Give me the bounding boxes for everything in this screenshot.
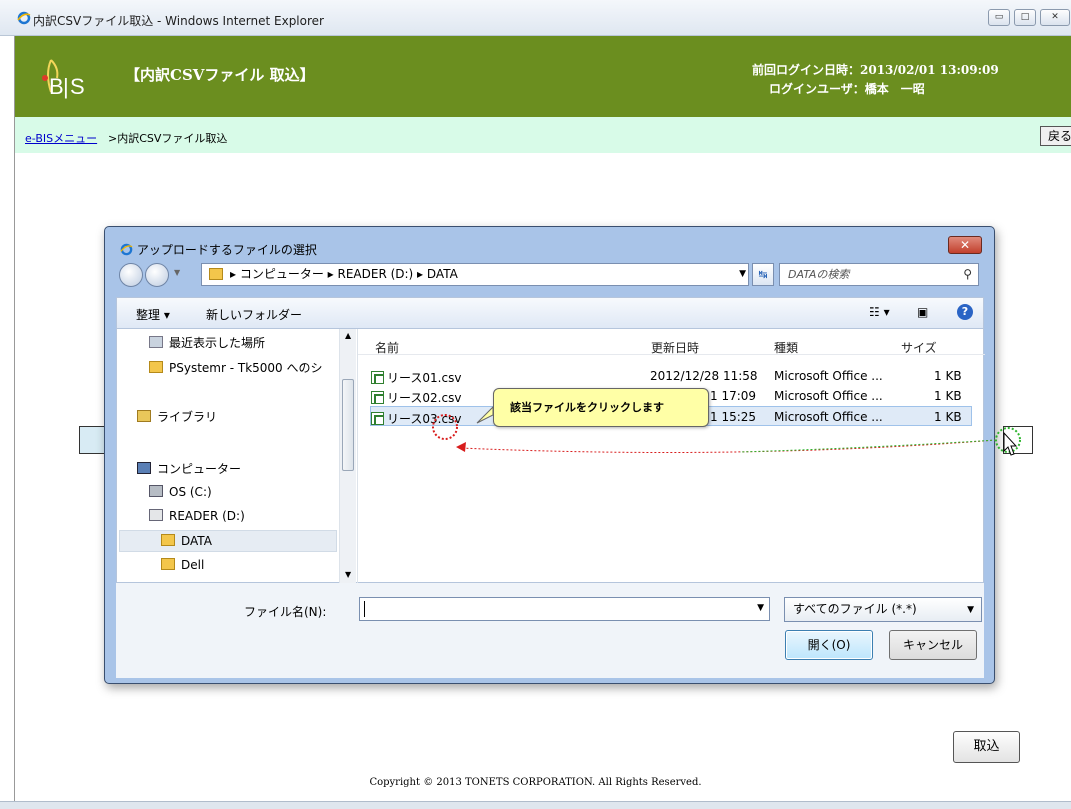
csv-file-icon — [371, 412, 384, 425]
file-row[interactable]: リース01.csv 2012/12/28 11:58 Microsoft Off… — [371, 366, 973, 386]
drive-icon — [149, 485, 163, 497]
login-user: ログインユーザ：橋本 一昭 — [769, 82, 925, 96]
nav-item-drive-d[interactable]: READER (D:) — [149, 509, 245, 523]
login-info: 前回ログイン日時：2013/02/01 13:09:09 ログインユーザ：橋本 … — [752, 61, 999, 99]
close-window-button[interactable]: ✕ — [1040, 9, 1070, 26]
instruction-callout: 該当ファイルをクリックします — [493, 388, 709, 427]
folder-icon — [209, 268, 223, 280]
address-path: ▸ コンピューター ▸ READER (D:) ▸ DATA — [230, 267, 458, 281]
ie-logo-icon — [17, 11, 31, 25]
nav-scrollbar[interactable]: ▲ ▼ — [339, 329, 356, 584]
col-type[interactable]: 種類 — [774, 339, 798, 356]
scrollbar-thumb[interactable] — [342, 379, 354, 471]
scroll-up-icon[interactable]: ▲ — [345, 331, 351, 340]
drive-icon — [149, 509, 163, 521]
browse-button[interactable] — [1003, 426, 1033, 454]
page-title: 【内訳CSVファイル 取込】 — [125, 66, 315, 84]
search-icon[interactable]: ⚲ — [963, 264, 972, 285]
dialog-title-area: アップロードするファイルの選択 — [120, 241, 317, 258]
dialog-close-button[interactable]: ✕ — [948, 236, 982, 254]
refresh-button[interactable]: ↹ — [752, 263, 774, 286]
address-bar[interactable]: ▸ コンピューター ▸ READER (D:) ▸ DATA ▼ — [201, 263, 749, 286]
nav-item-library[interactable]: ライブラリ — [137, 408, 217, 425]
breadcrumb: e-BISメニュー >内訳CSVファイル取込 — [15, 117, 1071, 153]
import-button[interactable]: 取込 — [953, 731, 1020, 763]
nav-item-dell[interactable]: Dell — [161, 558, 204, 572]
col-modified[interactable]: 更新日時 — [651, 339, 699, 356]
filename-label: ファイル名(N): — [244, 605, 327, 619]
copyright: Copyright © 2013 TONETS CORPORATION. All… — [369, 777, 702, 788]
maximize-button[interactable]: □ — [1014, 9, 1036, 26]
computer-icon — [137, 462, 151, 474]
filetype-select[interactable]: すべてのファイル (*.*) ▼ — [784, 597, 982, 622]
browser-title-bar: 内訳CSVファイル取込 - Windows Internet Explorer … — [0, 0, 1071, 36]
nav-item-recent[interactable]: 最近表示した場所 — [149, 334, 265, 351]
browser-status-bar — [0, 801, 1071, 809]
ie-logo-icon — [120, 243, 133, 256]
address-row: ▼ ▸ コンピューター ▸ READER (D:) ▸ DATA ▼ ↹ DAT… — [119, 261, 981, 288]
recent-places-icon — [149, 336, 163, 348]
ebis-logo: B | S — [42, 59, 85, 99]
search-placeholder: DATAの検索 — [788, 268, 850, 281]
nav-item-drive-c[interactable]: OS (C:) — [149, 485, 212, 499]
new-folder-button[interactable]: 新しいフォルダー — [206, 306, 302, 323]
search-input[interactable]: DATAの検索 ⚲ — [779, 263, 979, 286]
dialog-title: アップロードするファイルの選択 — [136, 243, 317, 257]
back-button[interactable]: 戻る — [1040, 126, 1071, 146]
file-open-dialog: アップロードするファイルの選択 ✕ ▼ ▸ コンピューター ▸ READER (… — [104, 226, 995, 684]
breadcrumb-link-menu[interactable]: e-BISメニュー — [25, 130, 97, 146]
open-button[interactable]: 開く(O) — [785, 630, 873, 660]
dialog-footer: ファイル名(N): ▼ すべてのファイル (*.*) ▼ 開く(O) キャンセル — [116, 583, 984, 678]
shortcut-icon — [149, 361, 163, 373]
minimize-button[interactable]: ▭ — [988, 9, 1010, 26]
cancel-button[interactable]: キャンセル — [889, 630, 977, 660]
text-caret — [364, 601, 365, 617]
view-options-icon[interactable]: ☷ ▾ — [869, 305, 890, 319]
chevron-down-icon: ▼ — [967, 605, 974, 615]
csv-file-icon — [371, 371, 384, 384]
help-icon[interactable]: ? — [957, 304, 973, 320]
file-list-header: 名前 更新日時 種類 サイズ — [358, 329, 985, 355]
filename-dropdown-icon[interactable]: ▼ — [757, 603, 764, 613]
col-size[interactable]: サイズ — [901, 339, 937, 356]
folder-icon — [161, 534, 175, 546]
scroll-down-icon[interactable]: ▼ — [345, 570, 351, 579]
svg-text:S: S — [70, 74, 85, 99]
breadcrumb-current: >内訳CSVファイル取込 — [108, 132, 228, 145]
forward-nav-button[interactable] — [145, 263, 169, 287]
nav-item-data[interactable]: DATA — [161, 534, 212, 548]
col-name[interactable]: 名前 — [375, 339, 399, 356]
navigation-pane: 最近表示した場所 PSystemr - Tk5000 へのシ ライブラリ コンピ… — [117, 329, 358, 584]
nav-item-shortcut[interactable]: PSystemr - Tk5000 へのシ — [149, 359, 323, 376]
address-dropdown-icon[interactable]: ▼ — [739, 264, 746, 285]
last-login: 前回ログイン日時：2013/02/01 13:09:09 — [752, 63, 999, 77]
folder-icon — [161, 558, 175, 570]
csv-file-icon — [371, 391, 384, 404]
recent-pages-dropdown-icon[interactable]: ▼ — [174, 268, 180, 277]
nav-item-computer[interactable]: コンピューター — [137, 460, 241, 477]
dialog-body: 最近表示した場所 PSystemr - Tk5000 へのシ ライブラリ コンピ… — [116, 328, 985, 584]
browser-title: 内訳CSVファイル取込 - Windows Internet Explorer — [33, 14, 324, 28]
back-nav-button[interactable] — [119, 263, 143, 287]
dialog-toolbar: 整理 ▾ 新しいフォルダー ☷ ▾ ▣ ? — [116, 297, 984, 328]
svg-text:|: | — [63, 74, 69, 99]
svg-text:B: B — [49, 74, 64, 99]
preview-pane-icon[interactable]: ▣ — [917, 305, 928, 319]
nav-selected-highlight — [119, 530, 337, 552]
library-icon — [137, 410, 151, 422]
filename-input[interactable]: ▼ — [359, 597, 770, 621]
organize-menu[interactable]: 整理 ▾ — [136, 306, 170, 323]
